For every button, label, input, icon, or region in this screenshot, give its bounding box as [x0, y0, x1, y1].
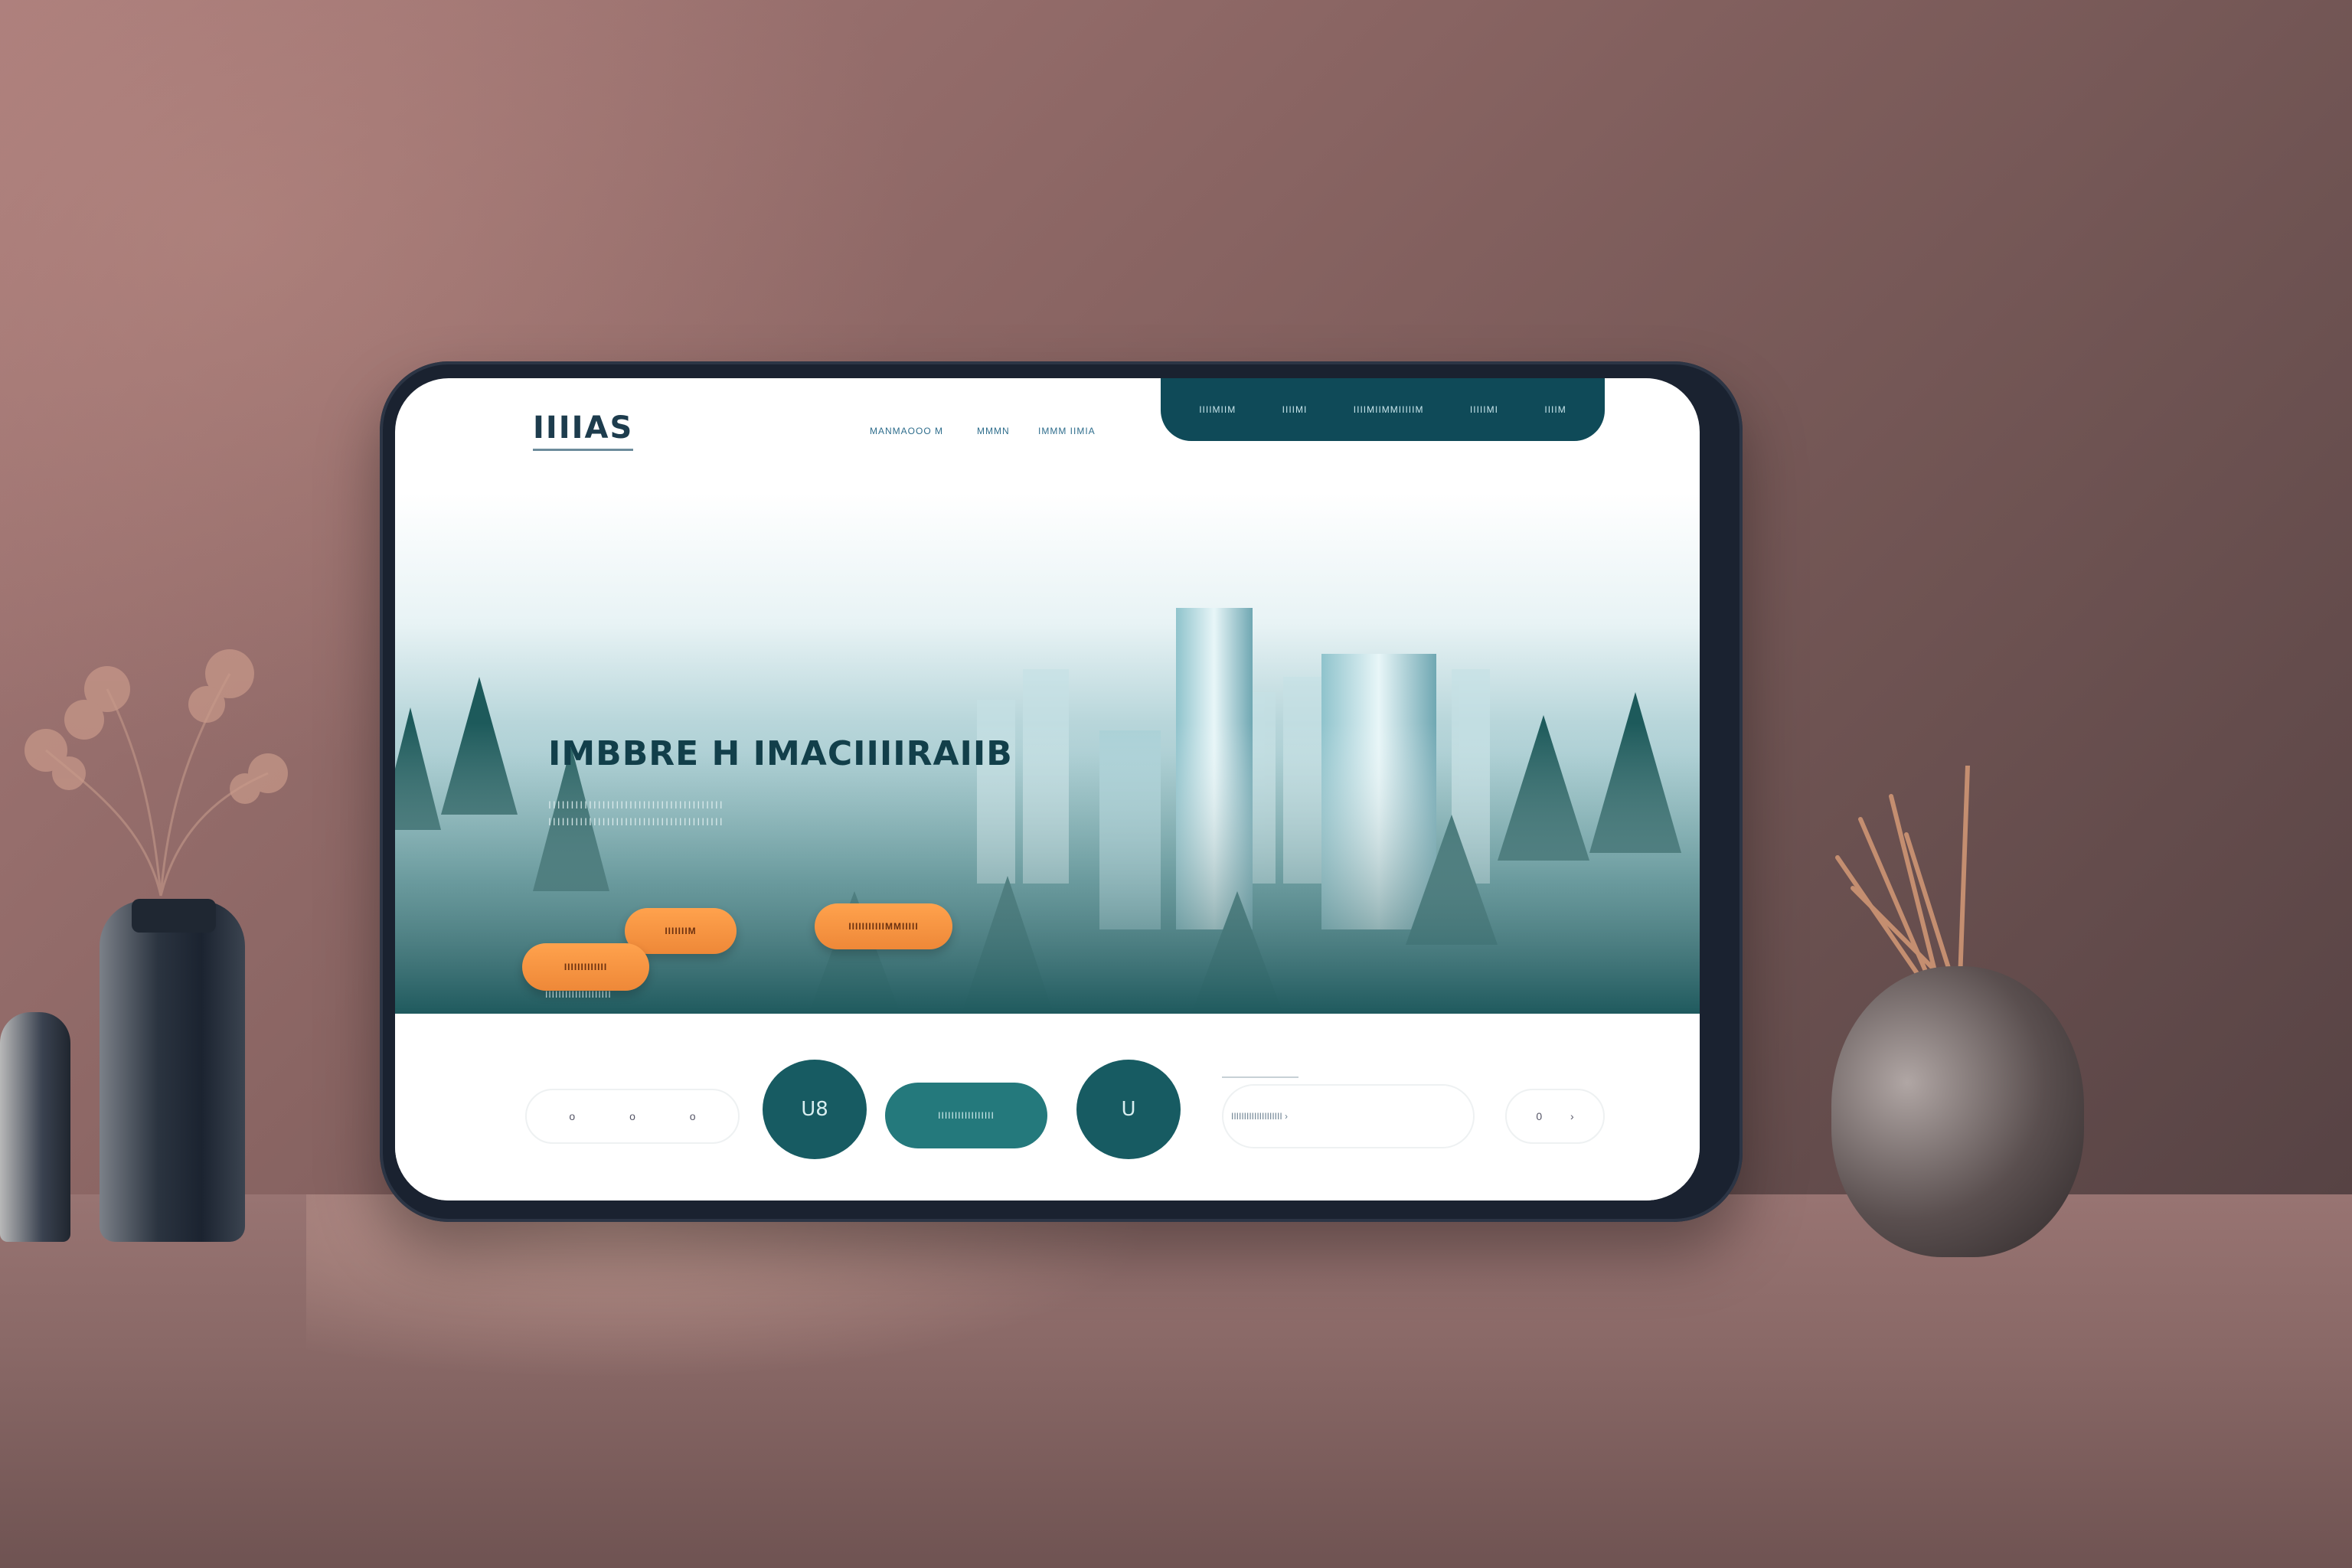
round-vase-decor — [1831, 966, 2084, 1257]
hero-section: IMBBRE H IMACIIIIRAIIB IIIIIIIIIIIIIIIII… — [395, 493, 1700, 1014]
site-logo[interactable]: IIIIAS — [533, 410, 634, 451]
zero-icon[interactable]: 0 — [1536, 1110, 1542, 1122]
bottom-toolbar: o o o U8 IIIIIIIIIIIIIIIII U IIIIIIIIIII… — [395, 1014, 1700, 1200]
hero-subtitle-line-2: IIIIIIIIIIIIIIIIIIIIIIIIIIIIIIIIIIIIIII — [548, 815, 724, 828]
hero-secondary-button[interactable]: IIIIIIIIIIIMMIIIII — [815, 903, 952, 949]
hero-cta-button[interactable]: IIIIIIIIIIIII — [522, 943, 649, 991]
pill-link-2[interactable]: IIIIMI — [1282, 404, 1308, 415]
nav-link-1[interactable]: MANMAOOO M — [870, 426, 943, 436]
dot-icon-2[interactable]: o — [629, 1110, 635, 1122]
search-divider — [1222, 1076, 1298, 1078]
search-input[interactable]: IIIIIIIIIIIIIIIIIIII › — [1222, 1084, 1475, 1148]
nav-pill-menu: IIIIMIIM IIIIMI IIIIMIIMMIIIIIM IIIIIMI … — [1161, 378, 1605, 441]
tablet-device: IIIIAS MANMAOOO M MMMN IMMM IIMIA IIIIMI… — [380, 361, 1743, 1222]
hero-subtitle-line-1: IIIIIIIIIIIIIIIIIIIIIIIIIIIIIIIIIIIIIII — [548, 799, 724, 811]
hero-primary-button[interactable]: IIIIIIIM — [625, 908, 737, 954]
teal-action-button[interactable]: IIIIIIIIIIIIIIIII — [885, 1083, 1047, 1148]
pill-link-3[interactable]: IIIIMIIMMIIIIIM — [1354, 404, 1424, 415]
pill-link-4[interactable]: IIIIIMI — [1470, 404, 1498, 415]
background-scene: IIIIAS MANMAOOO M MMMN IMMM IIMIA IIIIMI… — [0, 0, 2352, 1568]
tall-vase-neck — [132, 899, 216, 933]
pill-link-1[interactable]: IIIIMIIM — [1199, 404, 1236, 415]
dried-flowers-decor — [24, 649, 288, 897]
nav-link-2[interactable]: MMMN — [977, 426, 1010, 436]
nav-link-3[interactable]: IMMM IIMIA — [1038, 426, 1096, 436]
tablet-screen: IIIIAS MANMAOOO M MMMN IMMM IIMIA IIIIMI… — [395, 378, 1700, 1200]
table-glow — [306, 1194, 1531, 1439]
app-circle-button-1[interactable]: U8 — [763, 1060, 867, 1159]
icon-chip-group-right: 0 › — [1505, 1089, 1605, 1144]
pill-link-5[interactable]: IIIIM — [1544, 404, 1566, 415]
tall-vase-decor — [100, 900, 245, 1242]
incense-sticks-decor — [1835, 766, 1970, 982]
box-icon: U8 — [801, 1098, 828, 1121]
small-vase-decor — [0, 1012, 70, 1242]
hero-title: IMBBRE H IMACIIIIRAIIB — [548, 734, 1013, 773]
app-circle-button-2[interactable]: U — [1076, 1060, 1181, 1159]
hero-caption: IIIIIIIIIIIIIIIIIIII — [545, 989, 612, 1000]
hero-subtitle: IIIIIIIIIIIIIIIIIIIIIIIIIIIIIIIIIIIIIII … — [548, 796, 946, 830]
icon-chip-group-left: o o o — [525, 1089, 740, 1144]
dot-icon-1[interactable]: o — [569, 1110, 575, 1122]
cup-icon: U — [1121, 1098, 1136, 1121]
chevron-right-icon[interactable]: › — [1570, 1110, 1574, 1122]
dot-icon-3[interactable]: o — [690, 1110, 696, 1122]
